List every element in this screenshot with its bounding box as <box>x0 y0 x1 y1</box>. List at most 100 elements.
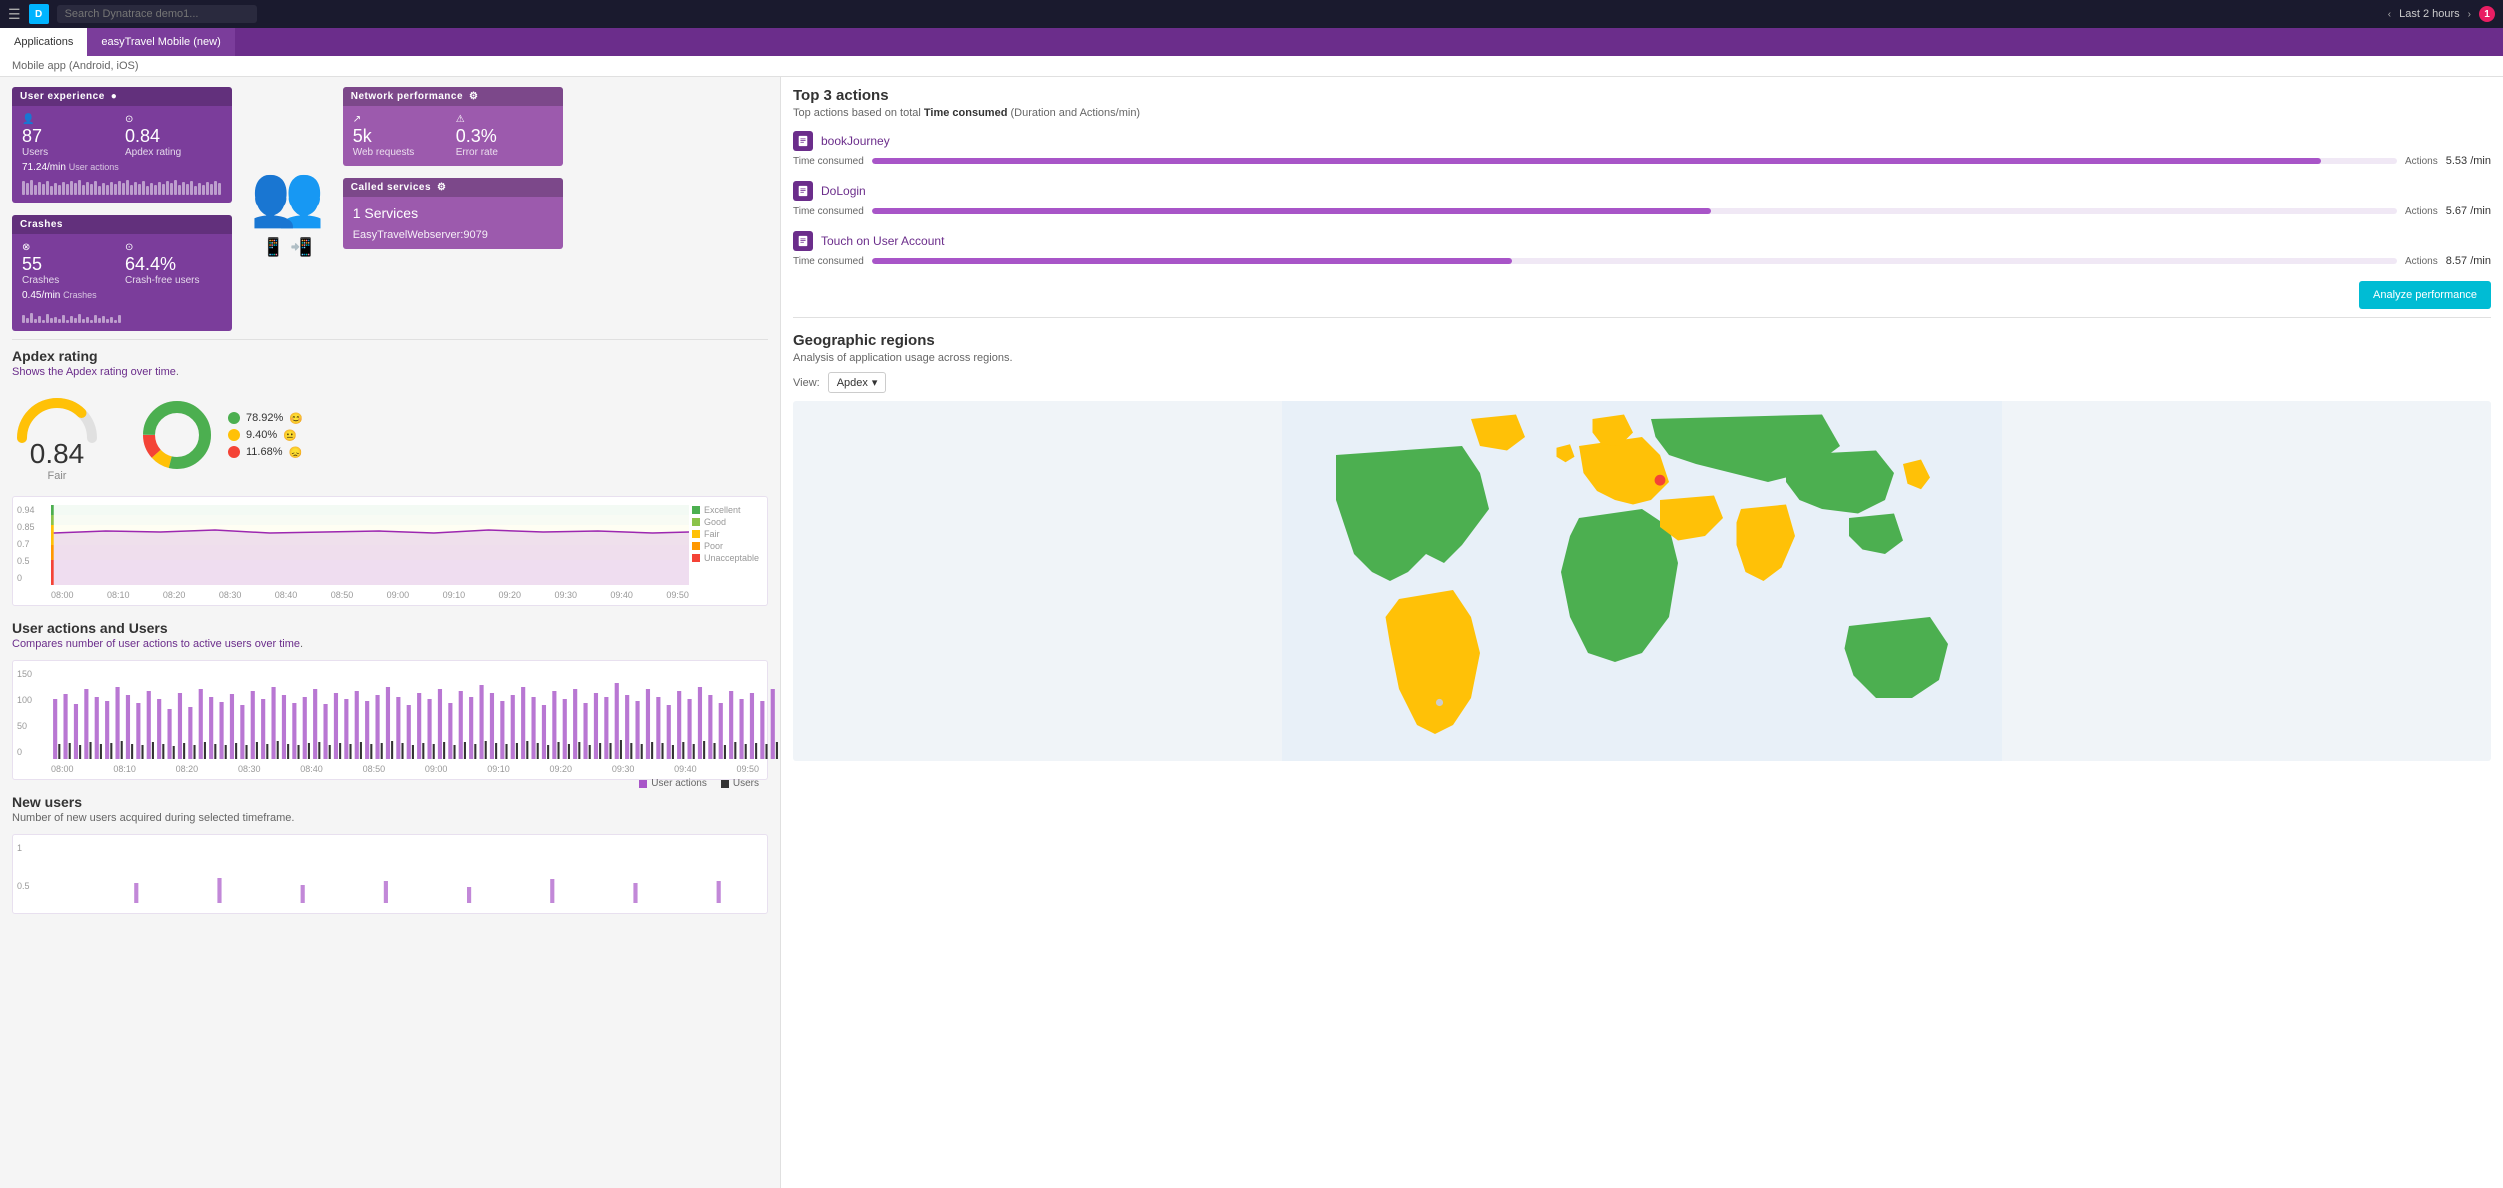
apdex-link[interactable]: time <box>155 366 176 378</box>
phone-icon: 📱 <box>262 237 284 258</box>
crashes-metrics: ⊗ 55 Crashes ⊙ 64.4% Crash-free users <box>22 242 222 286</box>
action-1-icon <box>793 131 813 151</box>
action-1-bar-row: Time consumed Actions 5.53 /min <box>793 155 2491 167</box>
excellent-dot <box>228 412 240 424</box>
top3-subtitle: Top actions based on total Time consumed… <box>793 107 2491 119</box>
ux-mini-chart <box>22 177 222 195</box>
nu-y-labels: 1 0.5 <box>17 843 30 891</box>
users-value: 87 <box>22 126 119 147</box>
action-3-header: Touch on User Account <box>793 231 2491 251</box>
ux-title: User experience <box>20 91 105 102</box>
apdex-section: Apdex rating Shows the Apdex rating over… <box>12 348 768 606</box>
user-actions-bar-svg <box>51 669 779 759</box>
error-rate-value: 0.3% <box>456 126 553 147</box>
highlight-dot <box>1655 475 1666 486</box>
action-item-3: Touch on User Account Time consumed Acti… <box>793 231 2491 267</box>
crashes-card: Crashes ⊗ 55 Crashes ⊙ 64.4% <box>12 215 232 331</box>
divider-2 <box>793 317 2491 318</box>
action-3-fill <box>872 258 1513 264</box>
search-input[interactable] <box>57 5 257 23</box>
services-title: Called services <box>351 182 431 193</box>
action-1-track <box>872 158 2397 164</box>
service-name: EasyTravelWebserver:9079 <box>353 229 553 241</box>
action-2-bar-row: Time consumed Actions 5.67 /min <box>793 205 2491 217</box>
actions-rate: 71.24/min User actions <box>22 162 222 173</box>
apdex-y-labels: 0.94 0.85 0.7 0.5 0 <box>17 505 35 583</box>
ux-card-body: 👤 87 Users ⊙ 0.84 Apdex rating 71. <box>12 106 232 203</box>
action-3-actions-label: Actions <box>2405 256 2438 267</box>
action-2-stat: 5.67 /min <box>2446 205 2491 217</box>
good-pct: 9.40% <box>246 429 277 441</box>
crashes-value: 55 <box>22 254 119 275</box>
crash-free-metric: ⊙ 64.4% Crash-free users <box>125 242 222 286</box>
ua-y-labels: 150 100 50 0 <box>17 669 32 757</box>
action-2-name[interactable]: DoLogin <box>821 184 866 198</box>
action-2-fill <box>872 208 1711 214</box>
left-cards-col: User experience ● 👤 87 Users ⊙ <box>12 87 232 331</box>
gauge: 0.84 Fair <box>12 388 102 482</box>
minor-dot <box>1436 699 1443 706</box>
apdex-line-svg <box>51 505 689 585</box>
notification-badge[interactable]: 1 <box>2479 6 2495 22</box>
error-rate-metric: ⚠ 0.3% Error rate <box>456 114 553 158</box>
legend-good: 9.40% 😐 <box>228 429 303 442</box>
apdex-row: 0.84 Fair <box>12 388 768 482</box>
geo-dropdown[interactable]: Apdex ▾ <box>828 372 887 393</box>
excellent-pct: 78.92% <box>246 412 283 424</box>
crash-free-label: Crash-free users <box>125 275 222 286</box>
action-3-stat: 8.57 /min <box>2446 255 2491 267</box>
gauge-label: Fair <box>48 470 67 482</box>
action-3-name[interactable]: Touch on User Account <box>821 234 944 248</box>
tab-applications[interactable]: Applications <box>0 28 87 56</box>
new-users-title: New users <box>12 794 768 810</box>
geo-controls: View: Apdex ▾ <box>793 372 2491 393</box>
good-smiley: 😐 <box>283 429 297 442</box>
ux-metrics: 👤 87 Users ⊙ 0.84 Apdex rating <box>22 114 222 158</box>
legend-excellent: 78.92% 😊 <box>228 412 303 425</box>
crashes-body: ⊗ 55 Crashes ⊙ 64.4% Crash-free users <box>12 234 232 331</box>
action-1-actions-label: Actions <box>2405 156 2438 167</box>
network-title: Network performance <box>351 91 463 102</box>
action-1-stat: 5.53 /min <box>2446 155 2491 167</box>
mobile-icon-row: 📱 📲 <box>262 237 313 258</box>
action-1-fill <box>872 158 2321 164</box>
right-panel: Top 3 actions Top actions based on total… <box>780 77 2503 1188</box>
user-actions-link[interactable]: over time <box>255 638 300 650</box>
network-header: Network performance ⚙ <box>343 87 563 106</box>
excellent-smiley: 😊 <box>289 412 303 425</box>
tab-easytravel[interactable]: easyTravel Mobile (new) <box>87 28 234 56</box>
analyze-performance-button[interactable]: Analyze performance <box>2359 281 2491 309</box>
ux-dot: ● <box>111 91 118 102</box>
poor-pct: 11.68% <box>246 446 283 458</box>
action-2-header: DoLogin <box>793 181 2491 201</box>
action-1-name[interactable]: bookJourney <box>821 134 890 148</box>
new-users-section: New users Number of new users acquired d… <box>12 794 768 914</box>
gauge-value: 0.84 <box>30 438 85 470</box>
action-3-track <box>872 258 2397 264</box>
back-chevron[interactable]: ‹ <box>2388 9 2391 20</box>
new-users-svg <box>51 843 779 903</box>
time-range[interactable]: Last 2 hours <box>2399 8 2460 20</box>
geo-dropdown-chevron: ▾ <box>872 376 878 389</box>
people-icon: 👥 <box>250 160 325 231</box>
apdex-subtitle: Shows the Apdex rating over time. <box>12 366 768 378</box>
requests-metric: ↗ 5k Web requests <box>353 114 450 158</box>
forward-chevron[interactable]: › <box>2468 9 2471 20</box>
error-rate-label: Error rate <box>456 147 553 158</box>
hamburger-icon[interactable]: ☰ <box>8 6 21 23</box>
geo-dropdown-label: Apdex <box>837 377 868 389</box>
main-layout: User experience ● 👤 87 Users ⊙ <box>0 77 2503 1188</box>
services-count: 1 Services <box>353 205 553 221</box>
services-value: 1 Services <box>353 205 553 221</box>
top3-title: Top 3 actions <box>793 87 2491 104</box>
geo-subtitle: Analysis of application usage across reg… <box>793 352 2491 364</box>
top3-subtitle-bold: Time consumed <box>924 107 1008 119</box>
services-dot: ⚙ <box>437 182 446 193</box>
tab-bar: Applications easyTravel Mobile (new) <box>0 28 2503 56</box>
requests-value: 5k <box>353 126 450 147</box>
crashes-rate: 0.45/min Crashes <box>22 290 222 301</box>
apdex-metric: ⊙ 0.84 Apdex rating <box>125 114 222 158</box>
network-metrics: ↗ 5k Web requests ⚠ 0.3% Error rate <box>353 114 553 158</box>
good-dot <box>228 429 240 441</box>
services-header: Called services ⚙ <box>343 178 563 197</box>
